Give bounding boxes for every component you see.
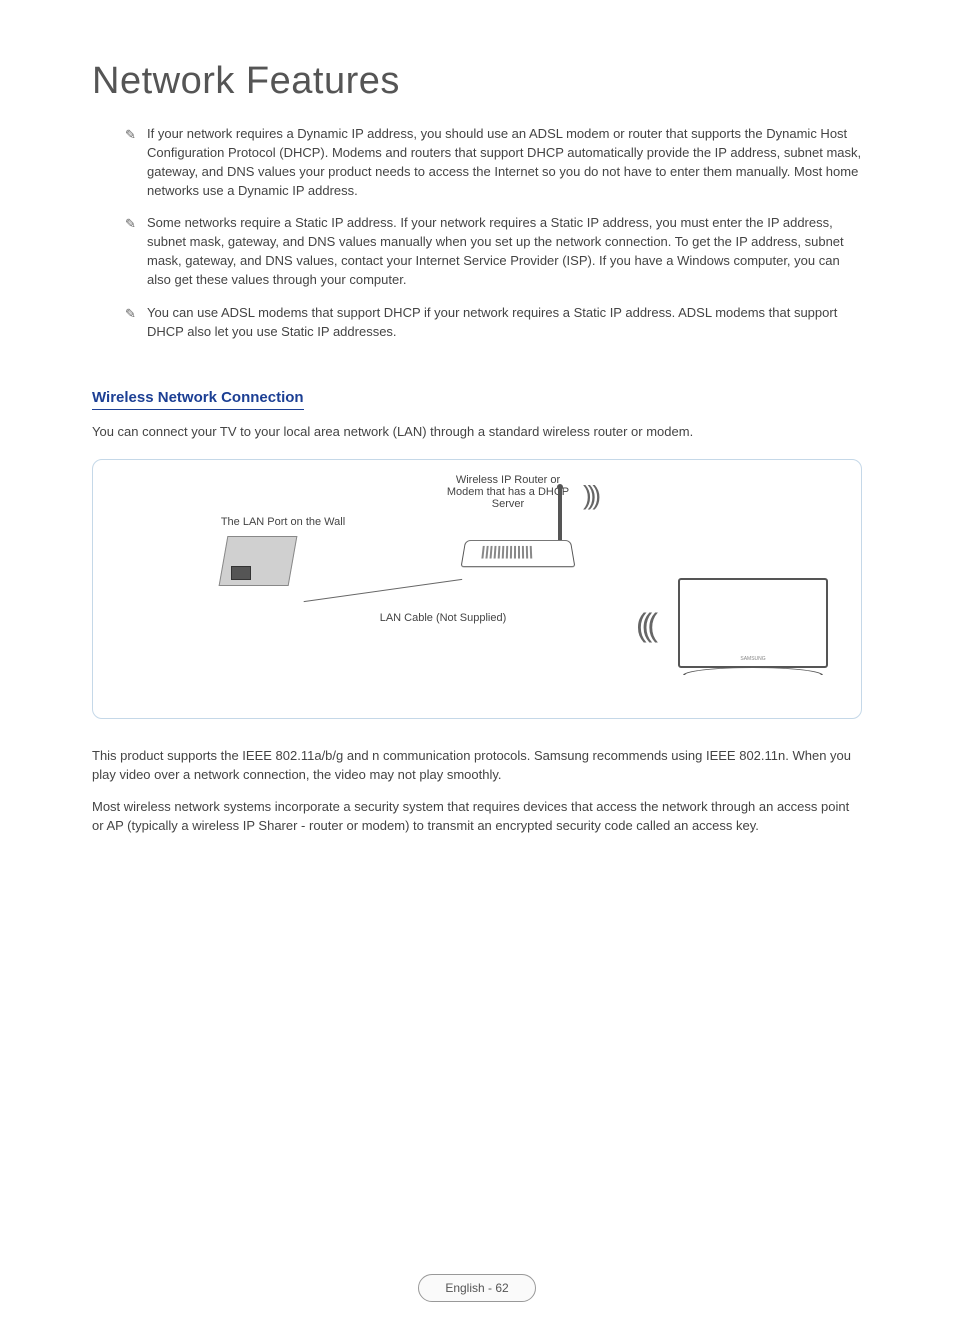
lan-cable-icon <box>304 579 463 603</box>
note-item: ✎ You can use ADSL modems that support D… <box>147 304 862 342</box>
wifi-signal-icon: ))) <box>583 480 597 511</box>
note-text: You can use ADSL modems that support DHC… <box>147 305 837 339</box>
diagram-label-cable: LAN Cable (Not Supplied) <box>353 612 533 624</box>
note-icon: ✎ <box>125 126 136 145</box>
diagram-label-lan-port: The LAN Port on the Wall <box>213 516 353 528</box>
connection-diagram: The LAN Port on the Wall Wireless IP Rou… <box>92 459 862 719</box>
tv-logo: SAMSUNG <box>680 656 826 662</box>
note-text: If your network requires a Dynamic IP ad… <box>147 126 861 198</box>
wifi-signal-icon: ((( <box>636 607 653 644</box>
tv-icon: SAMSUNG <box>678 578 828 690</box>
wall-port-icon <box>223 536 303 596</box>
note-icon: ✎ <box>125 305 136 324</box>
section-wireless: Wireless Network Connection You can conn… <box>92 389 862 835</box>
note-item: ✎ Some networks require a Static IP addr… <box>147 214 862 289</box>
page-number: English - 62 <box>418 1274 535 1302</box>
note-icon: ✎ <box>125 215 136 234</box>
body-paragraph: This product supports the IEEE 802.11a/b… <box>92 747 862 785</box>
router-icon <box>463 538 573 568</box>
note-text: Some networks require a Static IP addres… <box>147 215 844 287</box>
section-intro: You can connect your TV to your local ar… <box>92 424 862 439</box>
body-paragraph: Most wireless network systems incorporat… <box>92 798 862 836</box>
diagram-label-router: Wireless IP Router or Modem that has a D… <box>438 474 578 510</box>
section-title: Wireless Network Connection <box>92 389 304 410</box>
note-item: ✎ If your network requires a Dynamic IP … <box>147 125 862 200</box>
page-title: Network Features <box>92 60 862 103</box>
page-footer: English - 62 <box>0 1274 954 1302</box>
note-list: ✎ If your network requires a Dynamic IP … <box>92 125 862 341</box>
